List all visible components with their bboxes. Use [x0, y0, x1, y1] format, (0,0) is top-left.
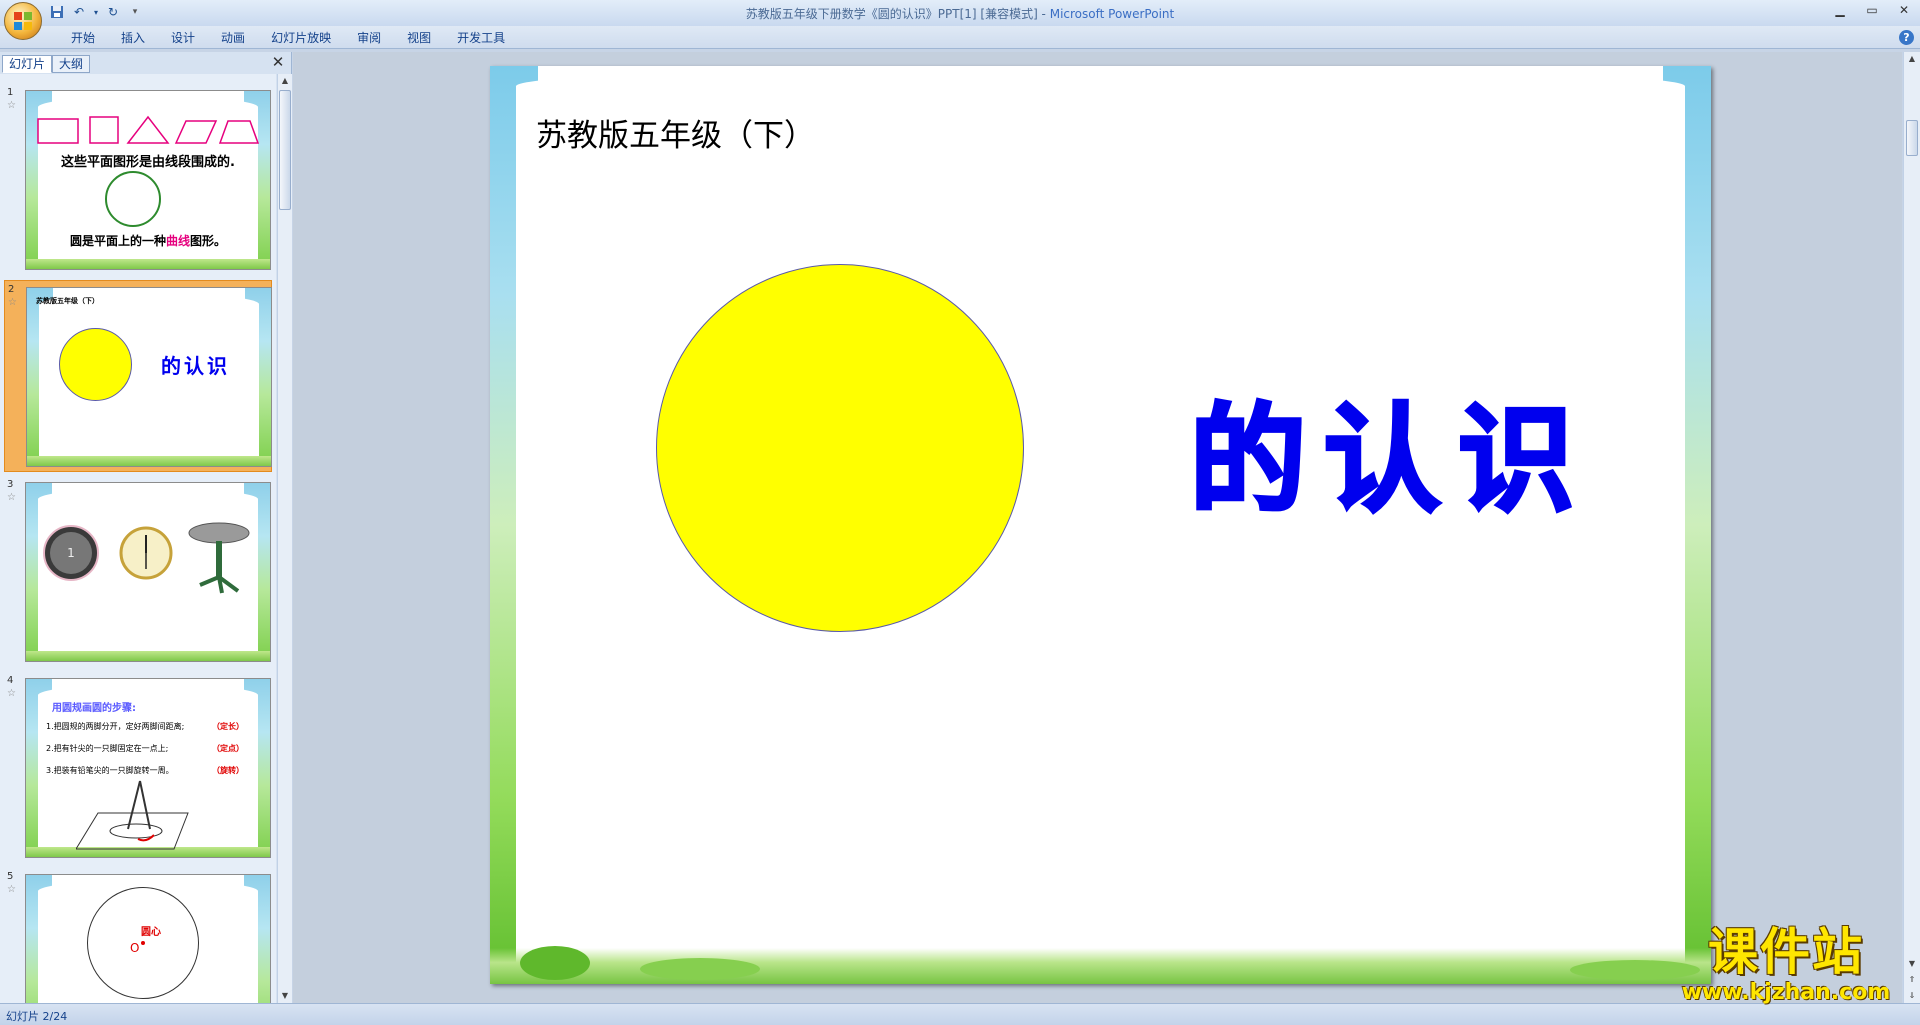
svg-text:1: 1 — [67, 546, 75, 560]
window-title: 苏教版五年级下册数学《圆的认识》PPT[1] [兼容模式] - Microsof… — [0, 5, 1920, 22]
tab-animations[interactable]: 动画 — [208, 29, 258, 48]
scroll-down-icon[interactable]: ▼ — [278, 989, 292, 1003]
thumbnail-label: O — [130, 941, 140, 955]
animation-star-icon: ☆ — [7, 884, 16, 895]
table-icon — [188, 522, 250, 594]
slide-thumb-canvas: 圆心 O — [25, 874, 271, 1003]
slide-thumbnail-3[interactable]: 3 ☆ 1 — [4, 476, 272, 668]
slide-thumb-canvas: 这些平面图形是由线段围成的. 圆是平面上的一种曲线图形。 — [25, 90, 271, 270]
thumbnail-text-part: 圆是平面上的一种 — [69, 234, 166, 248]
scroll-thumb[interactable] — [279, 90, 291, 210]
shapes-row-icon — [37, 115, 260, 144]
minimize-icon[interactable]: ▁ — [1824, 0, 1856, 20]
compass-drawing-icon — [76, 780, 189, 850]
tab-home[interactable]: 开始 — [58, 29, 108, 48]
animation-star-icon: ☆ — [7, 688, 16, 699]
slide-thumbnail-4[interactable]: 4 ☆ 用圆规画圆的步骤: 1.把圆规的两脚分开，定好两脚间距离; （定长） 2… — [4, 672, 272, 864]
thumbnail-title: 用圆规画圆的步骤: — [52, 703, 136, 714]
thumbnail-text: 圆是平面上的一种曲线图形。 — [26, 232, 270, 249]
window-title-app: Microsoft PowerPoint — [1049, 7, 1175, 21]
clock-icon — [119, 526, 173, 580]
yellow-circle-shape[interactable] — [656, 264, 1024, 632]
slide-subtitle[interactable]: 苏教版五年级（下） — [536, 110, 815, 155]
thumbnail-step-tag: （旋转） — [212, 766, 244, 775]
slide-number: 3 — [7, 479, 14, 490]
tab-review[interactable]: 审阅 — [344, 29, 394, 48]
slide-thumb-canvas: 1 — [25, 482, 271, 662]
window-title-document: 苏教版五年级下册数学《圆的认识》PPT[1] [兼容模式] - — [745, 7, 1050, 21]
thumbnail-step: 1.把圆规的两脚分开，定好两脚间距离; — [46, 722, 185, 731]
watermark-url: www.kjzhan.com — [1681, 980, 1891, 1005]
thumbnail-text-highlight: 曲线 — [165, 234, 190, 248]
scroll-down-icon[interactable]: ▼ — [1905, 957, 1919, 971]
tab-outline[interactable]: 大纲 — [52, 55, 91, 73]
tab-design[interactable]: 设计 — [158, 29, 208, 48]
slide-counter: 幻灯片 2/24 — [6, 1010, 68, 1023]
ribbon: 开始 插入 设计 动画 幻灯片放映 审阅 视图 开发工具 ? — [0, 26, 1920, 49]
maximize-icon[interactable]: ▭ — [1856, 0, 1888, 20]
slide-number: 2 — [8, 284, 15, 295]
thumbnail-step: 2.把有针尖的一只脚固定在一点上; — [46, 744, 169, 753]
green-circle-icon — [105, 171, 161, 227]
yellow-circle-icon — [59, 328, 132, 401]
bush-icon — [640, 958, 760, 980]
slide-editing-area: 苏教版五年级（下） 的认识 — [293, 52, 1902, 1003]
slides-pane: 幻灯片 大纲 ✕ 1 ☆ 这些平面图形是由线段围成的. 圆是平面上的一种曲线图形… — [0, 52, 292, 1003]
thumbnail-step-tag: （定长） — [212, 722, 244, 731]
next-slide-icon[interactable]: ⇓ — [1905, 989, 1919, 1003]
status-bar: 幻灯片 2/24 — [0, 1003, 1920, 1025]
slide-thumbnail-5[interactable]: 5 ☆ 圆心 O — [4, 868, 272, 1003]
watermark-text: 课件站 — [1708, 923, 1864, 981]
tab-slides[interactable]: 幻灯片 — [2, 55, 53, 73]
animation-star-icon: ☆ — [7, 492, 16, 503]
thumbnail-step-tag: （定点） — [212, 744, 244, 753]
slide-number: 5 — [7, 871, 14, 882]
coin-icon: 1 — [43, 525, 99, 581]
window-controls: ▁ ▭ ✕ — [1824, 0, 1920, 20]
slide-thumb-canvas: 苏教版五年级（下） 的认识 — [26, 287, 272, 467]
thumbnail-text-part: 图形。 — [190, 234, 227, 248]
office-button-icon[interactable] — [4, 2, 42, 40]
main-scrollbar[interactable]: ▲ ▼ ⇑ ⇓ — [1903, 52, 1920, 1003]
thumbnail-heading: 的认识 — [161, 354, 230, 378]
ribbon-tabs: 开始 插入 设计 动画 幻灯片放映 审阅 视图 开发工具 — [58, 29, 518, 48]
slide-heading[interactable]: 的认识 — [1188, 366, 1592, 534]
center-point-icon — [141, 941, 145, 945]
scroll-up-icon[interactable]: ▲ — [1905, 52, 1919, 66]
tab-developer[interactable]: 开发工具 — [444, 29, 518, 48]
bush-icon — [520, 946, 590, 980]
thumbnail-label: 圆心 — [141, 927, 161, 938]
title-bar: ↶ ▾ ↻ ▾ 苏教版五年级下册数学《圆的认识》PPT[1] [兼容模式] - … — [0, 0, 1920, 26]
slide-number: 4 — [7, 675, 14, 686]
help-icon[interactable]: ? — [1899, 30, 1914, 45]
previous-slide-icon[interactable]: ⇑ — [1905, 973, 1919, 987]
pane-tabs: 幻灯片 大纲 — [2, 55, 91, 73]
current-slide[interactable]: 苏教版五年级（下） 的认识 — [490, 66, 1711, 984]
tab-insert[interactable]: 插入 — [108, 29, 158, 48]
tab-view[interactable]: 视图 — [394, 29, 444, 48]
pane-close-icon[interactable]: ✕ — [270, 54, 286, 70]
animation-star-icon: ☆ — [7, 100, 16, 111]
pane-scrollbar[interactable]: ▲ ▼ — [277, 74, 292, 1003]
watermark-logo: 课件站 www.kjzhan.com — [1668, 923, 1904, 1005]
slide-thumbnail-list: 1 ☆ 这些平面图形是由线段围成的. 圆是平面上的一种曲线图形。 2 ☆ 苏教版… — [0, 74, 276, 1003]
scroll-up-icon[interactable]: ▲ — [278, 74, 292, 88]
thumbnail-text: 这些平面图形是由线段围成的. — [61, 155, 235, 170]
slide-thumb-canvas: 用圆规画圆的步骤: 1.把圆规的两脚分开，定好两脚间距离; （定长） 2.把有针… — [25, 678, 271, 858]
thumbnail-step: 3.把装有铅笔尖的一只脚旋转一周。 — [46, 766, 174, 775]
slide-number: 1 — [7, 87, 14, 98]
close-icon[interactable]: ✕ — [1888, 0, 1920, 20]
animation-star-icon: ☆ — [8, 297, 17, 308]
thumbnail-text: 苏教版五年级（下） — [36, 297, 99, 305]
slide-thumbnail-2[interactable]: 2 ☆ 苏教版五年级（下） 的认识 — [4, 280, 272, 472]
tab-slideshow[interactable]: 幻灯片放映 — [258, 29, 344, 48]
slide-thumbnail-1[interactable]: 1 ☆ 这些平面图形是由线段围成的. 圆是平面上的一种曲线图形。 — [4, 84, 272, 276]
scroll-thumb[interactable] — [1906, 120, 1918, 156]
